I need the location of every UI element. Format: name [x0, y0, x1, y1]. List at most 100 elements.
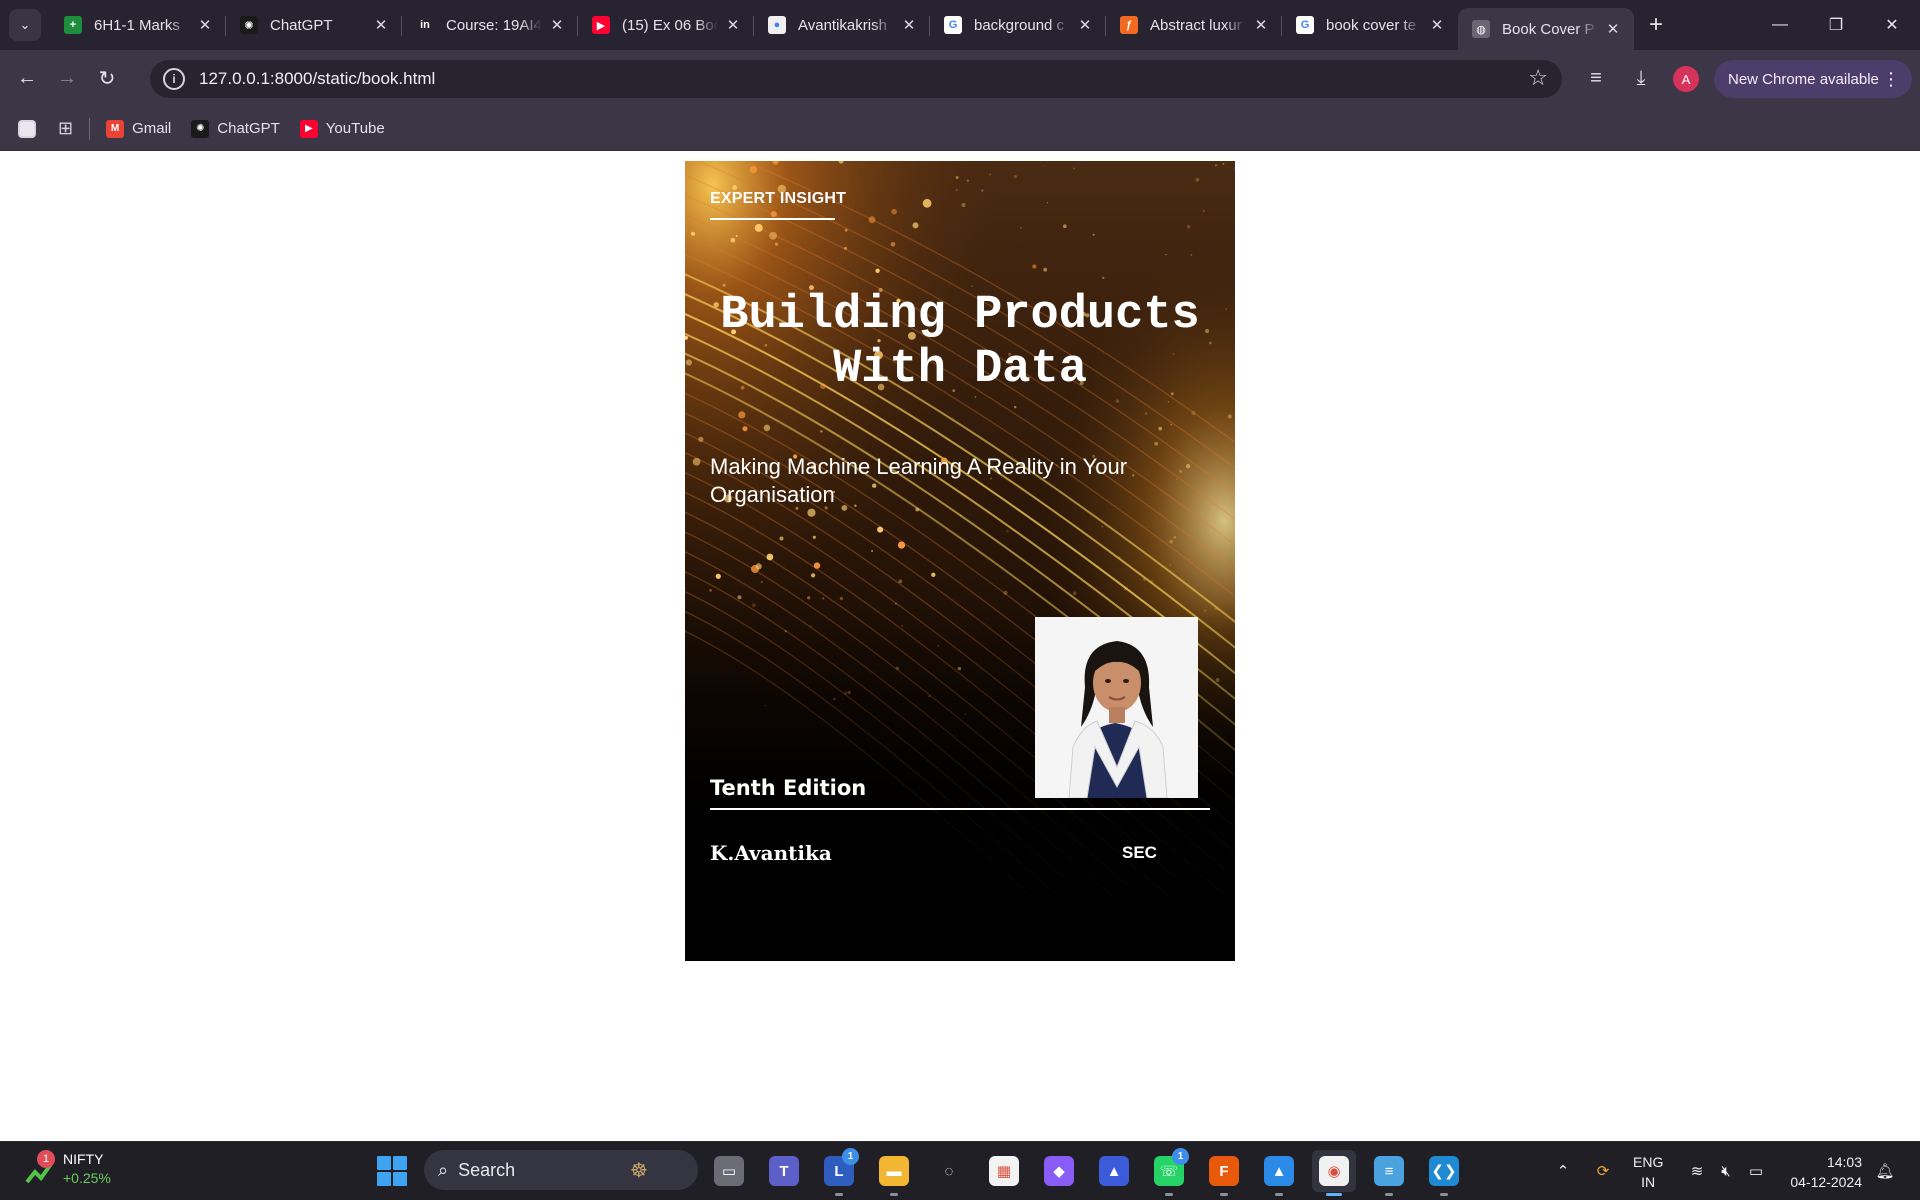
close-window-icon[interactable]: ✕	[1864, 0, 1920, 50]
chatgpt-icon: ✺	[240, 16, 258, 34]
taskbar-app[interactable]: F	[1202, 1150, 1246, 1196]
vpn-icon: ▲	[1099, 1156, 1129, 1186]
widget-change: +0.25%	[63, 1170, 111, 1186]
edition-divider	[710, 808, 1210, 810]
browser-tab[interactable]: ◍ Book Cover P ✕	[1458, 8, 1634, 50]
teams-icon: T	[769, 1156, 799, 1186]
running-indicator	[1440, 1193, 1448, 1196]
tab-close-icon[interactable]: ✕	[196, 16, 214, 34]
sheets-icon: +	[64, 16, 82, 34]
show-hidden-icons-chevron-icon[interactable]: ⌃	[1548, 1150, 1578, 1192]
bookmark-label: YouTube	[325, 120, 385, 137]
taskbar-app[interactable]: ☏ 1	[1147, 1148, 1191, 1196]
notification-bell-icon[interactable]: 🔔︎	[1872, 1150, 1898, 1192]
battery-icon[interactable]: ▭	[1743, 1150, 1769, 1192]
update-label: New Chrome available	[1728, 70, 1879, 88]
more-menu-icon[interactable]: ⋮	[1882, 69, 1900, 90]
youtube-icon: ▶	[299, 119, 318, 138]
taskbar-app[interactable]: ▲	[1257, 1150, 1301, 1196]
taskbar-app[interactable]: ◉	[1312, 1150, 1356, 1196]
browser-tab[interactable]: ▶ (15) Ex 06 Boo ✕	[578, 0, 754, 50]
globe-icon: ◍	[1472, 20, 1490, 38]
bookmarks-bar: ⊞ M Gmail ✺ ChatGPT ▶ YouTube	[0, 107, 1920, 151]
app-badge: 1	[1172, 1148, 1189, 1165]
apps-grid-icon[interactable]: ⊞	[58, 118, 73, 139]
course-icon: in	[416, 16, 434, 34]
book-title-line-2: With Data	[833, 343, 1087, 396]
bookmark-star-icon[interactable]: ☆	[1528, 65, 1548, 91]
url-text[interactable]: 127.0.0.1:8000/static/book.html	[199, 69, 435, 89]
new-tab-button[interactable]: +	[1638, 11, 1674, 39]
browser-tab[interactable]: ✺ ChatGPT ✕	[226, 0, 402, 50]
google-icon: G	[1296, 16, 1314, 34]
apps-square-icon[interactable]	[18, 119, 36, 138]
browser-tab[interactable]: Gbook cover te ✕	[1282, 0, 1458, 50]
tab-close-icon[interactable]: ✕	[548, 16, 566, 34]
author-portrait-image	[1035, 617, 1198, 798]
reading-list-icon[interactable]: ≡	[1578, 58, 1614, 98]
taskbar-app[interactable]: ◌	[927, 1150, 971, 1192]
forward-button[interactable]: →	[47, 59, 87, 99]
bookmark-label: ChatGPT	[217, 120, 280, 137]
sync-status-icon[interactable]: ⟳	[1588, 1150, 1618, 1192]
taskbar-search[interactable]: ⌕ Search ☸	[424, 1150, 698, 1190]
restore-icon[interactable]: ❐	[1808, 0, 1864, 50]
bookmark-chatgpt[interactable]: ✺ ChatGPT	[191, 119, 280, 138]
browser-tab[interactable]: in Course: 19AI4 ✕	[402, 0, 578, 50]
tab-strip: ⌄ +6H1-1 Marks ✕ ✺ ChatGPT ✕ in Course: 19AI4 ✕…	[0, 0, 1920, 50]
taskbar-app[interactable]: ▦	[982, 1150, 1026, 1192]
window-controls: — ❐ ✕	[1752, 0, 1920, 50]
language-line-2: IN	[1641, 1174, 1656, 1190]
taskbar-app[interactable]: ◆	[1037, 1150, 1081, 1192]
tab-close-icon[interactable]: ✕	[1604, 20, 1622, 38]
taskbar-app[interactable]: ▭	[707, 1150, 751, 1192]
back-button[interactable]: ←	[7, 59, 47, 99]
bookmark-youtube[interactable]: ▶ YouTube	[299, 119, 385, 138]
tab-title: Book Cover P	[1502, 20, 1595, 38]
running-indicator	[890, 1193, 898, 1196]
google-icon: G	[944, 16, 962, 34]
photos-icon: ▲	[1264, 1156, 1294, 1186]
taskbar-app[interactable]: ≡	[1367, 1150, 1411, 1196]
clock-date: 04-12-2024	[1790, 1174, 1862, 1190]
book-title-line-1: Building Products	[720, 289, 1200, 342]
browser-tab[interactable]: ƒ Abstract luxur ✕	[1106, 0, 1282, 50]
reload-button[interactable]: ↻	[87, 59, 127, 99]
tab-title: Course: 19AI4	[446, 16, 542, 34]
gmail-icon: M	[106, 119, 125, 138]
taskbar-app[interactable]: T	[762, 1150, 806, 1192]
taskbar-app[interactable]: ▬	[872, 1150, 916, 1196]
taskbar-app[interactable]: ❮❯	[1422, 1150, 1466, 1196]
minimize-icon[interactable]: —	[1752, 0, 1808, 50]
volume-muted-icon[interactable]: 🔇︎	[1713, 1150, 1739, 1192]
site-info-icon[interactable]: i	[163, 68, 185, 90]
address-bar[interactable]: i 127.0.0.1:8000/static/book.html ☆	[150, 60, 1562, 98]
taskbar-app[interactable]: L1	[817, 1148, 861, 1196]
taskbar-app[interactable]: ▲	[1092, 1150, 1136, 1192]
bookmark-label: Gmail	[132, 120, 172, 137]
profile-avatar[interactable]: A	[1673, 66, 1699, 92]
clock-time: 14:03	[1826, 1154, 1862, 1170]
tab-close-icon[interactable]: ✕	[372, 16, 390, 34]
download-icon[interactable]: ⤓	[1623, 58, 1659, 98]
tab-search-button[interactable]: ⌄	[9, 9, 41, 41]
tab-close-icon[interactable]: ✕	[1428, 16, 1446, 34]
tab-title: ChatGPT	[270, 16, 333, 34]
tab-close-icon[interactable]: ✕	[1076, 16, 1094, 34]
browser-tab[interactable]: ● Avantikakrish ✕	[754, 0, 930, 50]
stock-widget[interactable]: 1 NIFTY +0.25%	[25, 1150, 111, 1188]
windows-start-icon[interactable]	[377, 1156, 407, 1186]
tab-close-icon[interactable]: ✕	[1252, 16, 1270, 34]
system-clock[interactable]: 14:03 04-12-2024	[1782, 1152, 1862, 1192]
chevron-down-icon: ⌄	[19, 17, 31, 32]
browser-tab[interactable]: Gbackground c ✕	[930, 0, 1106, 50]
language-indicator[interactable]: ENG IN	[1633, 1152, 1663, 1192]
bookmark-gmail[interactable]: M Gmail	[106, 119, 172, 138]
browser-tab[interactable]: +6H1-1 Marks ✕	[50, 0, 226, 50]
tab-close-icon[interactable]: ✕	[724, 16, 742, 34]
tab-close-icon[interactable]: ✕	[900, 16, 918, 34]
new-chrome-available-button[interactable]: New Chrome available ⋮	[1714, 60, 1912, 98]
series-underline	[710, 218, 835, 220]
tab-title: Avantikakrish	[798, 16, 887, 34]
wifi-icon[interactable]: ≋	[1684, 1150, 1710, 1192]
